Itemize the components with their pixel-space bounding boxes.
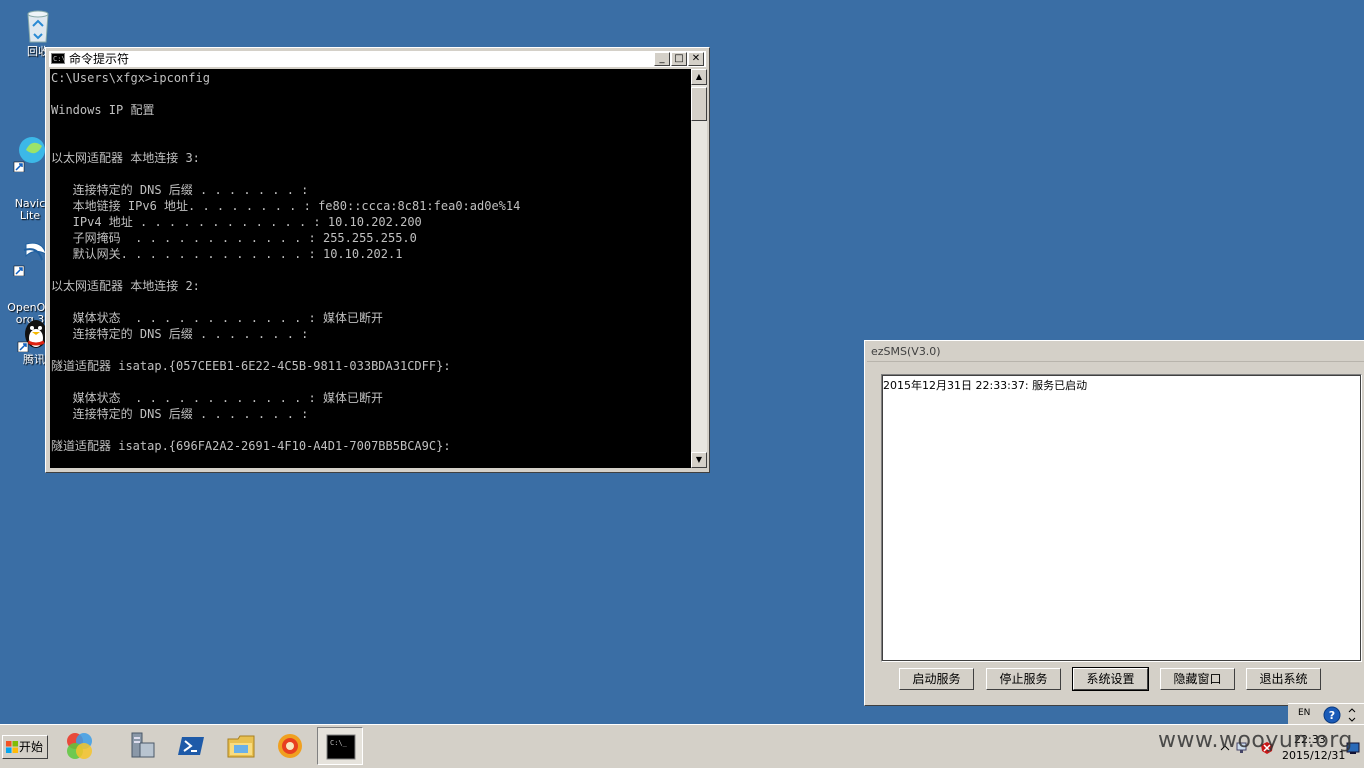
- scroll-down-button[interactable]: ▼: [691, 452, 707, 468]
- sunburst-app-icon: [278, 734, 302, 758]
- close-button[interactable]: ✕: [688, 52, 704, 66]
- minimize-button[interactable]: _: [654, 52, 670, 66]
- console-line: 媒体状态 . . . . . . . . . . . . : 媒体已断开: [51, 391, 383, 405]
- console-line: 隧道适配器 isatap.{057CEEB1-6E22-4C5B-9811-03…: [51, 359, 451, 373]
- console-line: 连接特定的 DNS 后缀 . . . . . . . :: [51, 183, 309, 197]
- maximize-button[interactable]: □: [671, 52, 687, 66]
- window-title: 命令提示符: [69, 52, 130, 66]
- console-line: C:\Users\xfgx>ipconfig: [51, 71, 210, 85]
- taskbar-app-powershell[interactable]: [168, 727, 214, 765]
- powershell-icon: [178, 737, 204, 755]
- openoffice-icon: [13, 242, 47, 276]
- console-line: 子网掩码 . . . . . . . . . . . . : 255.255.2…: [51, 231, 417, 245]
- svg-text:C:\_: C:\_: [330, 739, 348, 747]
- console-line: 默认网关. . . . . . . . . . . . . : 10.10.20…: [51, 247, 403, 261]
- taskbar-app-sunburst[interactable]: [267, 727, 313, 765]
- console-line: 以太网适配器 本地连接 3:: [51, 151, 200, 165]
- stop-service-button[interactable]: 停止服务: [986, 668, 1061, 690]
- scroll-up-button[interactable]: ▲: [691, 69, 707, 85]
- help-icon[interactable]: ?: [1323, 706, 1341, 724]
- console-line: Windows IP 配置: [51, 103, 155, 117]
- console-line: 连接特定的 DNS 后缀 . . . . . . . :: [51, 327, 309, 341]
- navicat-icon: [13, 137, 45, 172]
- svg-text:?: ?: [1329, 709, 1335, 722]
- console-line: IPv4 地址 . . . . . . . . . . . . : 10.10.…: [51, 215, 422, 229]
- console-line: 连接特定的 DNS 后缀 . . . . . . . :: [51, 407, 309, 421]
- log-line: 2015年12月31日 22:33:37: 服务已启动: [883, 379, 1088, 392]
- console-line: 媒体状态 . . . . . . . . . . . . : 媒体已断开: [51, 311, 383, 325]
- console-line: 本地链接 IPv6 地址. . . . . . . . : fe80::ccca…: [51, 199, 521, 213]
- window-titlebar[interactable]: C:\ 命令提示符 _ □ ✕: [49, 51, 706, 67]
- taskbar-app-explorer[interactable]: [218, 727, 264, 765]
- taskbar-app-server-manager[interactable]: [118, 727, 164, 765]
- log-textbox[interactable]: 2015年12月31日 22:33:37: 服务已启动: [881, 374, 1362, 662]
- server-manager-icon: [131, 732, 155, 758]
- recycle-bin-icon: [27, 10, 49, 43]
- console-line: 以太网适配器 本地连接 2:: [51, 279, 200, 293]
- system-settings-button[interactable]: 系统设置: [1072, 667, 1149, 691]
- watermark: www.wooyun.org: [1158, 728, 1353, 753]
- windows-logo-icon: [6, 741, 18, 753]
- start-label: 开始: [19, 740, 44, 754]
- language-indicator[interactable]: EN: [1298, 708, 1310, 718]
- command-prompt-icon: C:\: [51, 53, 66, 64]
- vertical-scrollbar[interactable]: ▲ ▼: [691, 69, 707, 468]
- command-prompt-window[interactable]: C:\ 命令提示符 _ □ ✕ C:\Users\xfgx>ipconfig Win…: [45, 47, 710, 473]
- explorer-folder-icon: [227, 735, 255, 758]
- console-line: 隧道适配器 isatap.{696FA2A2-2691-4F10-A4D1-70…: [51, 439, 451, 453]
- start-service-button[interactable]: 启动服务: [899, 668, 974, 690]
- options-arrow-icon[interactable]: [1348, 708, 1356, 722]
- exit-system-button[interactable]: 退出系统: [1246, 668, 1321, 690]
- colorful-app-icon: [67, 733, 92, 759]
- window-controls: _ □ ✕: [653, 52, 704, 68]
- taskbar-app-command-prompt[interactable]: C:\_: [317, 727, 363, 765]
- window-title[interactable]: ezSMS(V3.0): [867, 343, 1364, 362]
- ezsms-window[interactable]: ezSMS(V3.0) 2015年12月31日 22:33:37: 服务已启动 …: [864, 340, 1364, 706]
- hide-window-button[interactable]: 隐藏窗口: [1160, 668, 1235, 690]
- language-bar[interactable]: EN ?: [1288, 703, 1364, 725]
- taskbar-app-colorful[interactable]: [56, 727, 102, 765]
- scroll-thumb[interactable]: [691, 87, 707, 121]
- start-button[interactable]: 开始: [2, 735, 48, 759]
- console-output[interactable]: C:\Users\xfgx>ipconfig Windows IP 配置 以太网…: [50, 69, 691, 468]
- command-prompt-icon: C:\_: [326, 734, 356, 760]
